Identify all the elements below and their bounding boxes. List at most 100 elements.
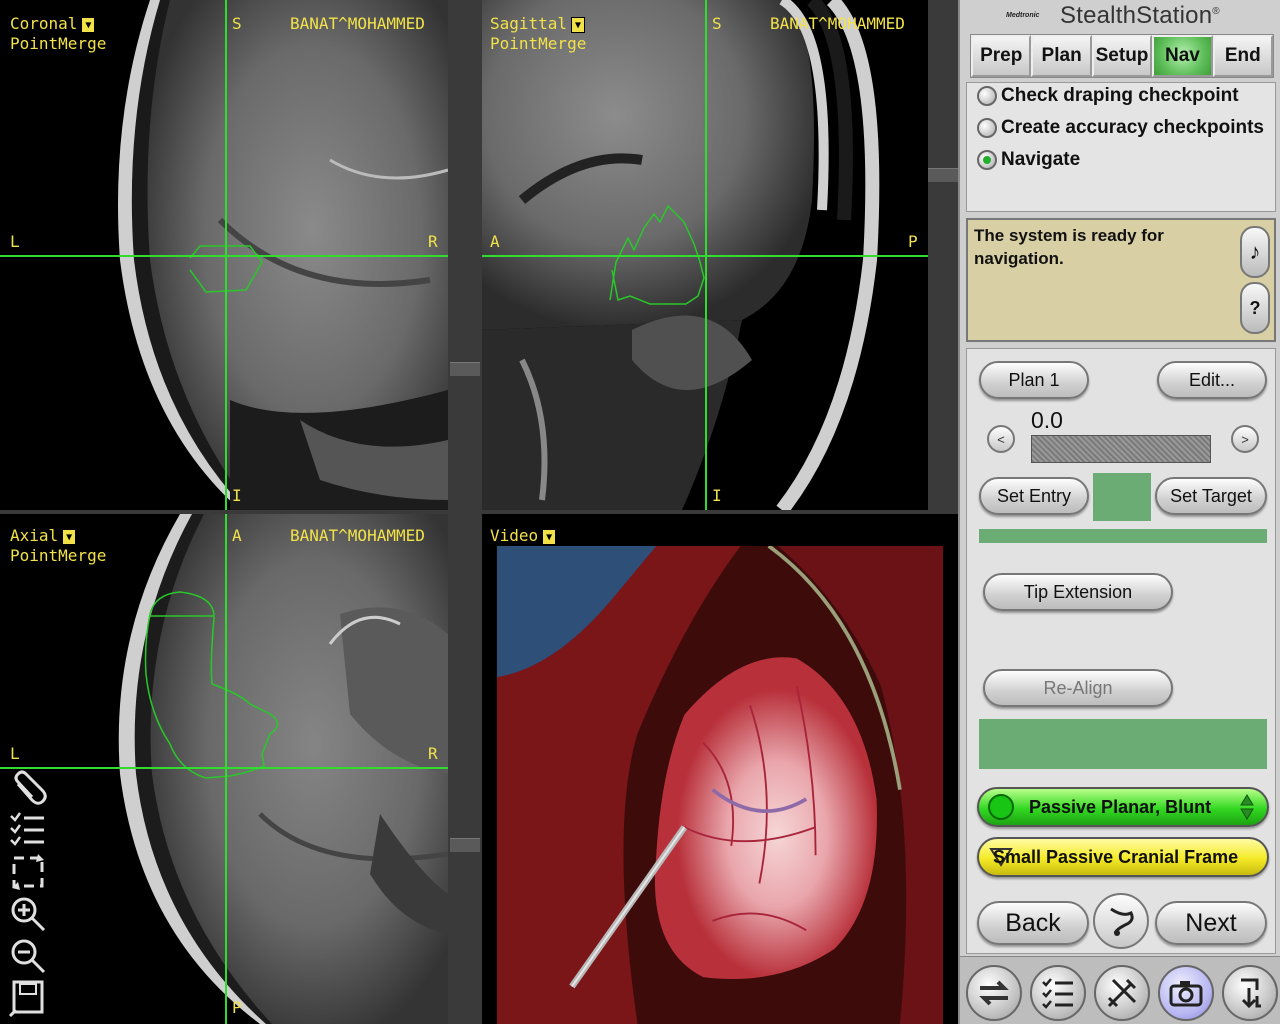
axial-patient-name: BANAT^MOHAMMED: [290, 526, 425, 545]
sagittal-view-label[interactable]: Sagittal ▼: [490, 14, 586, 34]
tools-icon[interactable]: [1094, 965, 1150, 1021]
rotate-icon[interactable]: [8, 852, 48, 892]
workflow-tabs: Prep Plan Setup Nav End: [970, 34, 1274, 78]
up-down-arrow-icon[interactable]: [1239, 793, 1255, 821]
tab-plan[interactable]: Plan: [1031, 35, 1092, 77]
medtronic-logo: Medtronic: [1006, 12, 1040, 19]
sagittal-orientation-bottom: I: [712, 486, 722, 505]
coronal-view-label[interactable]: Coronal ▼: [10, 14, 96, 34]
tab-prep[interactable]: Prep: [971, 35, 1032, 77]
frame-name: Small Passive Cranial Frame: [993, 846, 1239, 867]
coronal-orientation-bottom: I: [232, 486, 242, 505]
tab-nav[interactable]: Nav: [1152, 35, 1213, 77]
sagittal-mri-image: [482, 0, 928, 510]
tip-extension-button[interactable]: Tip Extension: [983, 573, 1173, 611]
chevron-down-icon[interactable]: ▼: [542, 528, 557, 545]
trajectory-bar: [979, 529, 1267, 543]
sagittal-orientation-left: A: [490, 232, 500, 251]
coronal-orientation-right: R: [428, 232, 438, 251]
coronal-viewport[interactable]: Coronal ▼ PointMerge BANAT^MOHAMMED S I L…: [0, 0, 448, 510]
entry-target-indicator: [1093, 473, 1151, 521]
viewport-divider-horizontal[interactable]: [0, 510, 958, 514]
step-navigate[interactable]: Navigate: [977, 149, 1080, 171]
splitter-handle[interactable]: [928, 168, 958, 182]
step-check-draping[interactable]: Check draping checkpoint: [977, 85, 1239, 107]
step-label: Create accuracy checkpoints: [1001, 117, 1264, 138]
step-accuracy-checkpoints[interactable]: Create accuracy checkpoints: [977, 117, 1264, 139]
radio-button[interactable]: [977, 86, 997, 106]
task-steps: Check draping checkpoint Create accuracy…: [966, 82, 1276, 212]
checklist-icon[interactable]: [1030, 965, 1086, 1021]
step-label: Check draping checkpoint: [1001, 85, 1239, 106]
coronal-mri-image: [0, 0, 448, 510]
sagittal-orientation-top: S: [712, 14, 722, 33]
status-message: The system is ready for navigation.: [974, 226, 1164, 268]
bottom-toolbar: [960, 956, 1280, 1024]
status-message-box: The system is ready for navigation. ♪ ?: [966, 218, 1276, 342]
edit-plan-button[interactable]: Edit...: [1157, 361, 1267, 399]
coronal-registration-label: PointMerge: [10, 34, 107, 53]
video-viewport[interactable]: Video ▼: [482, 514, 958, 1024]
axial-orientation-bottom: P: [232, 998, 242, 1017]
tab-end[interactable]: End: [1212, 35, 1274, 77]
axial-viewport[interactable]: Axial ▼ PointMerge BANAT^MOHAMMED A P L R: [0, 514, 448, 1024]
plan-controls: Plan 1 Edit... 0.0 < > Set Entry Set Tar…: [966, 348, 1276, 954]
sagittal-viewport[interactable]: Sagittal ▼ PointMerge BANAT^MOHAMMED S I …: [482, 0, 928, 510]
chevron-left-icon[interactable]: <: [987, 425, 1015, 453]
help-icon[interactable]: ?: [1240, 282, 1270, 334]
coronal-orientation-top: S: [232, 14, 242, 33]
zoom-out-icon[interactable]: [8, 936, 48, 976]
tool-visible-icon: [988, 794, 1014, 820]
radio-button-selected[interactable]: [977, 150, 997, 170]
camera-icon[interactable]: [1158, 965, 1214, 1021]
probe-name: Passive Planar, Blunt: [1029, 796, 1212, 817]
video-view-label[interactable]: Video ▼: [490, 526, 557, 546]
splitter-handle[interactable]: [450, 362, 480, 376]
music-note-icon[interactable]: ♪: [1240, 226, 1270, 278]
sagittal-orientation-right: P: [908, 232, 918, 251]
back-button[interactable]: Back: [977, 901, 1089, 945]
tab-setup[interactable]: Setup: [1091, 35, 1153, 77]
app-title: StealthStation®: [1060, 2, 1220, 30]
probe-selector[interactable]: Passive Planar, Blunt: [977, 787, 1269, 827]
surgical-video-image: [496, 546, 944, 1024]
exit-icon[interactable]: [1222, 965, 1278, 1021]
axial-orientation-right: R: [428, 744, 438, 763]
set-entry-button[interactable]: Set Entry: [979, 477, 1089, 515]
axial-view-label[interactable]: Axial ▼: [10, 526, 77, 546]
brand-header: Medtronic StealthStation®: [960, 0, 1280, 30]
coronal-orientation-left: L: [10, 232, 20, 251]
realign-button[interactable]: Re-Align: [983, 669, 1173, 707]
sagittal-registration-label: PointMerge: [490, 34, 587, 53]
step-label: Navigate: [1001, 149, 1081, 170]
next-button[interactable]: Next: [1155, 901, 1267, 945]
registered-mark: ®: [1212, 6, 1220, 17]
paperclip-icon[interactable]: [8, 770, 48, 810]
checklist-icon[interactable]: [8, 810, 48, 850]
depth-value: 0.0: [1031, 407, 1063, 433]
chevron-down-icon[interactable]: ▼: [81, 16, 96, 33]
coronal-patient-name: BANAT^MOHAMMED: [290, 14, 425, 33]
chevron-down-icon[interactable]: ▼: [62, 528, 77, 545]
control-panel: Medtronic StealthStation® Prep Plan Setu…: [958, 0, 1280, 1024]
probe-icon[interactable]: [1093, 893, 1149, 949]
chevron-right-icon[interactable]: >: [1231, 425, 1259, 453]
save-icon[interactable]: [8, 978, 48, 1018]
plan-select-button[interactable]: Plan 1: [979, 361, 1089, 399]
app-title-text: StealthStation: [1060, 2, 1213, 29]
axial-orientation-top: A: [232, 526, 242, 545]
chevron-down-icon[interactable]: ▼: [571, 16, 586, 33]
view-tools: [8, 770, 48, 1020]
zoom-in-icon[interactable]: [8, 894, 48, 934]
axial-registration-label: PointMerge: [10, 546, 107, 565]
reference-frame-selector[interactable]: Small Passive Cranial Frame: [977, 837, 1269, 877]
sagittal-patient-name: BANAT^MOHAMMED: [770, 14, 905, 33]
tool-status-bar: [979, 719, 1267, 769]
splitter-handle[interactable]: [450, 838, 480, 852]
depth-slider[interactable]: [1031, 435, 1211, 463]
swap-icon[interactable]: [966, 965, 1022, 1021]
set-target-button[interactable]: Set Target: [1155, 477, 1267, 515]
radio-button[interactable]: [977, 118, 997, 138]
axial-mri-image: [0, 514, 448, 1024]
viewport-divider-right[interactable]: [928, 0, 958, 514]
